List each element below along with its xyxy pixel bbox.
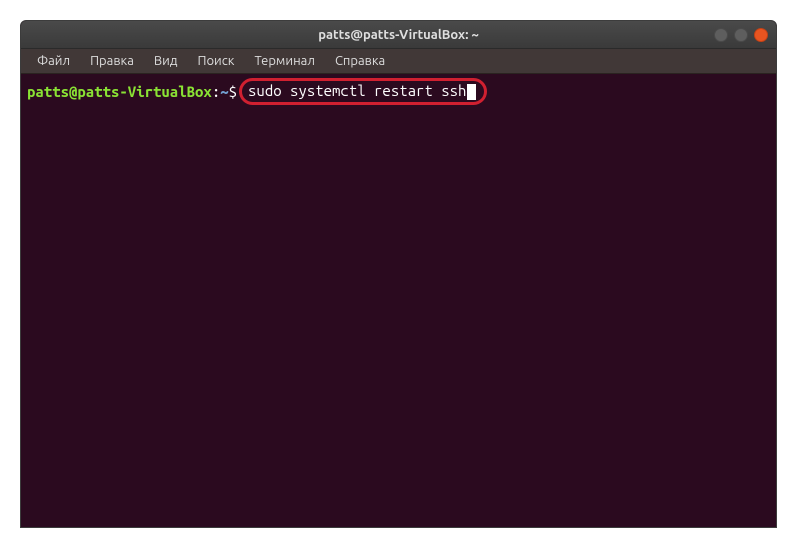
menu-search[interactable]: Поиск xyxy=(189,52,242,70)
prompt-user: patts@patts-VirtualBox xyxy=(27,82,212,102)
prompt-dollar: $ xyxy=(229,82,237,102)
prompt-colon: : xyxy=(212,82,220,102)
maximize-button[interactable] xyxy=(734,28,748,42)
menu-terminal[interactable]: Терминал xyxy=(246,52,322,70)
terminal-body[interactable]: patts@patts-VirtualBox:~$ sudo systemctl… xyxy=(21,74,776,527)
command-text: sudo systemctl restart ssh xyxy=(248,82,466,99)
prompt-line: patts@patts-VirtualBox:~$ sudo systemctl… xyxy=(27,78,770,105)
menubar: Файл Правка Вид Поиск Терминал Справка xyxy=(21,49,776,74)
window-titlebar: patts@patts-VirtualBox: ~ xyxy=(21,21,776,49)
command-highlight-annotation: sudo systemctl restart ssh xyxy=(239,78,487,105)
prompt-path: ~ xyxy=(220,82,228,102)
menu-file[interactable]: Файл xyxy=(29,52,78,70)
terminal-window: patts@patts-VirtualBox: ~ Файл Правка Ви… xyxy=(20,20,777,528)
menu-edit[interactable]: Правка xyxy=(82,52,142,70)
window-controls xyxy=(714,28,768,42)
terminal-cursor xyxy=(467,84,476,100)
menu-view[interactable]: Вид xyxy=(146,52,186,70)
minimize-button[interactable] xyxy=(714,28,728,42)
close-button[interactable] xyxy=(754,28,768,42)
window-title: patts@patts-VirtualBox: ~ xyxy=(318,28,479,42)
menu-help[interactable]: Справка xyxy=(327,52,393,70)
